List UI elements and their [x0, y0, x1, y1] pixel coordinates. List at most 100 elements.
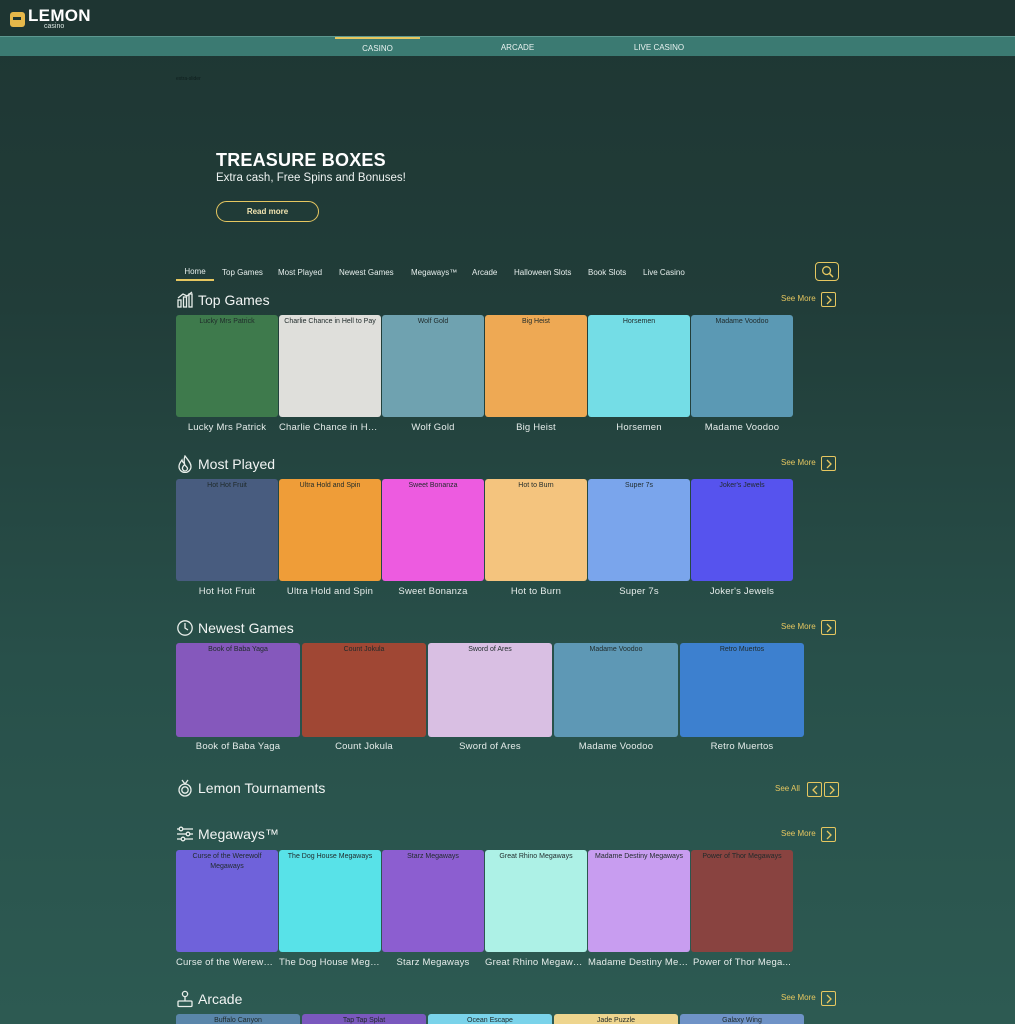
- game-tile[interactable]: Hot to Burn: [485, 479, 587, 581]
- game-tile[interactable]: Tap Tap Splat: [302, 1014, 426, 1024]
- game-tile[interactable]: Count Jokula: [302, 643, 426, 737]
- game-tile[interactable]: Ocean Escape: [428, 1014, 552, 1024]
- game-tile[interactable]: Madame Voodoo: [691, 315, 793, 417]
- game-title[interactable]: Charlie Chance in Hel...: [279, 422, 381, 433]
- nav-top-games[interactable]: Top Games: [222, 263, 263, 281]
- nav-book-slots[interactable]: Book Slots: [588, 263, 626, 281]
- game-tile[interactable]: Sword of Ares: [428, 643, 552, 737]
- game-title[interactable]: Horsemen: [588, 422, 690, 433]
- section-title: Most Played: [198, 456, 276, 472]
- see-more-link[interactable]: See More: [781, 993, 816, 1002]
- nav-home[interactable]: Home: [176, 263, 214, 281]
- top-bar: LEMON casino: [0, 0, 1015, 36]
- game-title[interactable]: Hot Hot Fruit: [176, 586, 278, 597]
- game-title[interactable]: Sweet Bonanza: [382, 586, 484, 597]
- game-title[interactable]: The Dog House Mega...: [279, 957, 381, 968]
- see-more-link[interactable]: See More: [781, 622, 816, 631]
- chevron-right-icon: [826, 623, 832, 632]
- game-tile[interactable]: Charlie Chance in Hell to Pay: [279, 315, 381, 417]
- game-title[interactable]: Count Jokula: [302, 741, 426, 752]
- game-thumbnail-caption: Hot to Burn: [518, 482, 554, 489]
- joystick-icon: [176, 990, 194, 1008]
- section-top-games-header: Top Games: [176, 290, 270, 310]
- game-title[interactable]: Starz Megaways: [382, 957, 484, 968]
- nav-arcade[interactable]: Arcade: [472, 263, 497, 281]
- section-megaways-header: Megaways™: [176, 824, 279, 844]
- game-tile[interactable]: The Dog House Megaways: [279, 850, 381, 952]
- game-thumbnail-caption: Ultra Hold and Spin: [299, 482, 361, 489]
- nav-newest-games[interactable]: Newest Games: [339, 263, 394, 281]
- game-title[interactable]: Joker's Jewels: [691, 586, 793, 597]
- game-tile[interactable]: Madame Voodoo: [554, 643, 678, 737]
- nav-most-played[interactable]: Most Played: [278, 263, 322, 281]
- game-title[interactable]: Big Heist: [485, 422, 587, 433]
- next-arrow-button[interactable]: [821, 620, 836, 635]
- brand-name: LEMON: [28, 5, 91, 25]
- game-title[interactable]: Book of Baba Yaga: [176, 741, 300, 752]
- game-thumbnail-caption: Book of Baba Yaga: [208, 646, 268, 653]
- next-arrow-button[interactable]: [821, 827, 836, 842]
- game-tile[interactable]: Galaxy Wing: [680, 1014, 804, 1024]
- game-tile[interactable]: Lucky Mrs Patrick: [176, 315, 278, 417]
- next-arrow-button[interactable]: [824, 782, 839, 797]
- game-title[interactable]: Sword of Ares: [428, 741, 552, 752]
- game-thumbnail-caption: Hot Hot Fruit: [207, 482, 247, 489]
- section-title: Arcade: [198, 991, 243, 1007]
- game-tile[interactable]: Buffalo Canyon: [176, 1014, 300, 1024]
- game-tile[interactable]: Starz Megaways: [382, 850, 484, 952]
- game-tile[interactable]: Jade Puzzle: [554, 1014, 678, 1024]
- game-tile[interactable]: Sweet Bonanza: [382, 479, 484, 581]
- game-tile[interactable]: Big Heist: [485, 315, 587, 417]
- game-title[interactable]: Power of Thor Mega...: [691, 957, 793, 968]
- search-button[interactable]: [815, 262, 839, 281]
- game-thumbnail-caption: Horsemen: [622, 318, 656, 325]
- game-thumbnail-caption: Super 7s: [624, 482, 654, 489]
- next-arrow-button[interactable]: [821, 991, 836, 1006]
- see-all-link[interactable]: See All: [775, 784, 800, 793]
- game-title[interactable]: Wolf Gold: [382, 422, 484, 433]
- prev-arrow-button[interactable]: [807, 782, 822, 797]
- tab-arcade[interactable]: ARCADE: [475, 37, 560, 57]
- tab-casino[interactable]: CASINO: [335, 37, 420, 57]
- brand-logo[interactable]: LEMON casino: [10, 7, 91, 30]
- see-more-link[interactable]: See More: [781, 829, 816, 838]
- game-title[interactable]: Great Rhino Megaways: [485, 957, 587, 968]
- game-title[interactable]: Super 7s: [588, 586, 690, 597]
- game-tile[interactable]: Madame Destiny Megaways: [588, 850, 690, 952]
- see-more-link[interactable]: See More: [781, 458, 816, 467]
- game-tile[interactable]: Power of Thor Megaways: [691, 850, 793, 952]
- game-title[interactable]: Madame Voodoo: [554, 741, 678, 752]
- nav-halloween-slots[interactable]: Halloween Slots: [514, 263, 571, 281]
- game-tile[interactable]: Hot Hot Fruit: [176, 479, 278, 581]
- hero-subtitle: Extra cash, Free Spins and Bonuses!: [216, 172, 406, 184]
- game-tile[interactable]: Book of Baba Yaga: [176, 643, 300, 737]
- search-icon: [821, 266, 833, 278]
- game-title[interactable]: Ultra Hold and Spin: [279, 586, 381, 597]
- game-tile[interactable]: Curse of the Werewolf Megaways: [176, 850, 278, 952]
- game-title[interactable]: Madame Destiny Meg...: [588, 957, 690, 968]
- game-tile[interactable]: Super 7s: [588, 479, 690, 581]
- game-tile[interactable]: Ultra Hold and Spin: [279, 479, 381, 581]
- game-tile[interactable]: Great Rhino Megaways: [485, 850, 587, 952]
- next-arrow-button[interactable]: [821, 292, 836, 307]
- hero-title: TREASURE BOXES: [216, 150, 386, 170]
- game-tile[interactable]: Horsemen: [588, 315, 690, 417]
- game-tile[interactable]: Joker's Jewels: [691, 479, 793, 581]
- game-title[interactable]: Retro Muertos: [680, 741, 804, 752]
- tab-live-casino[interactable]: LIVE CASINO: [615, 37, 703, 57]
- game-title[interactable]: Curse of the Werewol...: [176, 957, 278, 968]
- nav-megaways[interactable]: Megaways™: [411, 263, 457, 281]
- next-arrow-button[interactable]: [821, 456, 836, 471]
- game-tile[interactable]: Wolf Gold: [382, 315, 484, 417]
- lemon-logo-icon: [10, 11, 25, 27]
- game-title[interactable]: Hot to Burn: [485, 586, 587, 597]
- game-title[interactable]: Lucky Mrs Patrick: [176, 422, 278, 433]
- section-newest-games-header: Newest Games: [176, 618, 294, 638]
- read-more-button[interactable]: Read more: [216, 201, 319, 222]
- game-title[interactable]: Madame Voodoo: [691, 422, 793, 433]
- game-tile[interactable]: Retro Muertos: [680, 643, 804, 737]
- section-tournaments-header: Lemon Tournaments: [176, 778, 325, 798]
- game-thumbnail-caption: Starz Megaways: [407, 853, 459, 860]
- see-more-link[interactable]: See More: [781, 294, 816, 303]
- nav-live-casino[interactable]: Live Casino: [643, 263, 685, 281]
